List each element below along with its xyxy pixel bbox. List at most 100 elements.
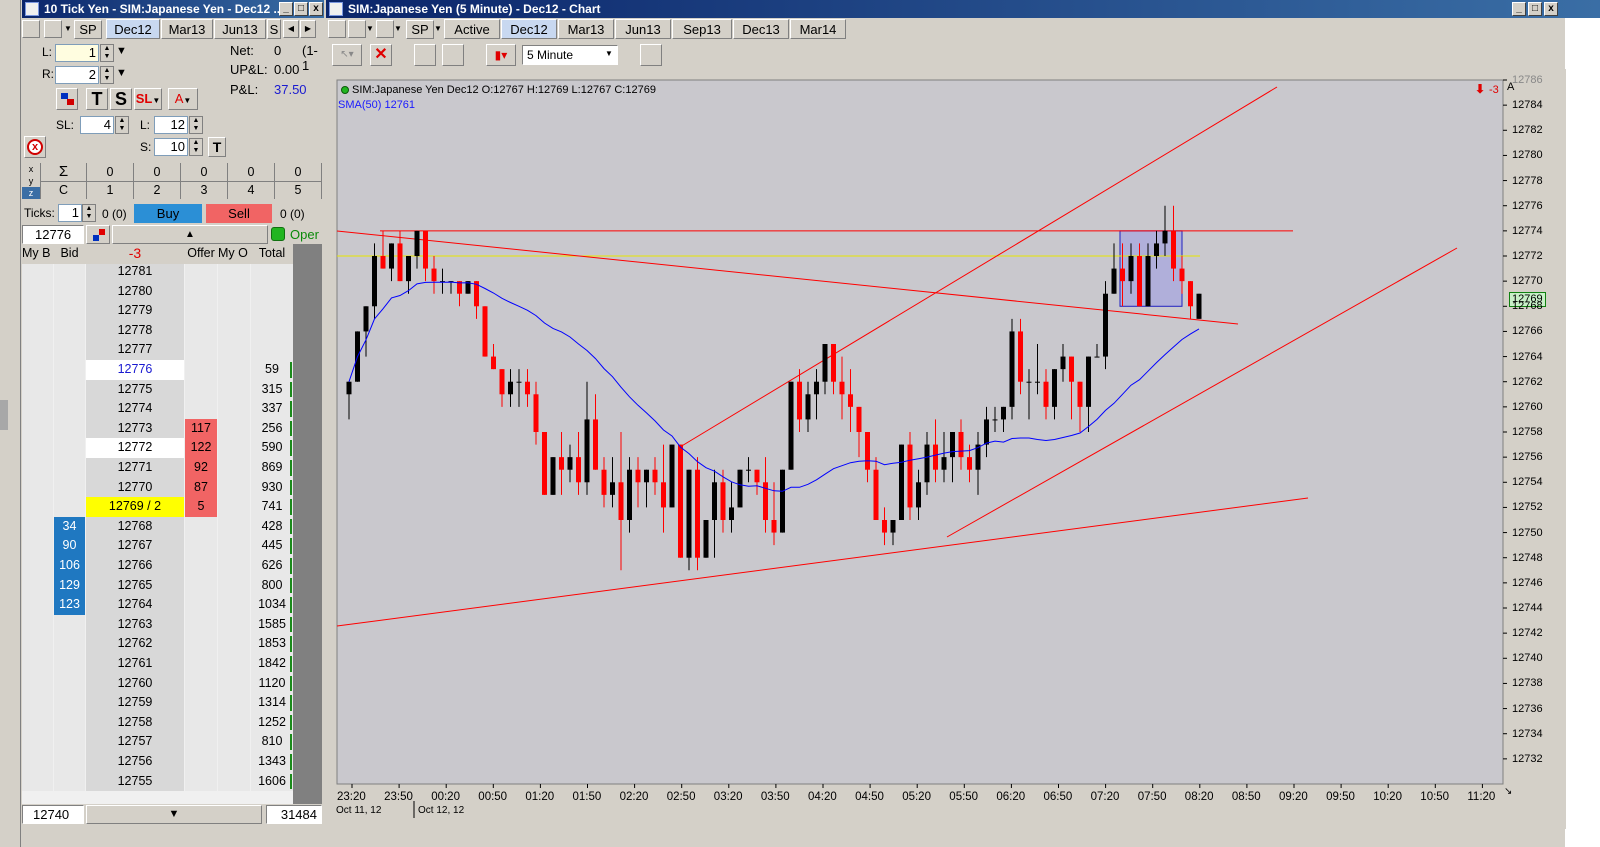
x-tick-label: 05:50 xyxy=(949,791,979,803)
y-tick-label: 12736 xyxy=(1512,702,1543,715)
y-tick-label: 12782 xyxy=(1512,124,1543,137)
x-tick-label: 09:50 xyxy=(1326,791,1355,803)
y-tick-label: 12752 xyxy=(1512,501,1543,514)
y-tick-label: 12762 xyxy=(1512,375,1543,388)
x-tick-label: 10:50 xyxy=(1420,791,1450,803)
candle-body xyxy=(1145,256,1151,307)
candle-body xyxy=(754,469,760,483)
candle-body xyxy=(618,482,624,520)
candle-body xyxy=(746,469,751,471)
candle-body xyxy=(414,230,420,256)
x-tick-label: 07:50 xyxy=(1137,791,1167,803)
price-chart[interactable] xyxy=(0,0,1600,847)
candle-body xyxy=(839,381,845,395)
candle-body xyxy=(508,381,513,395)
candle-body xyxy=(389,243,394,269)
candle-body xyxy=(780,469,785,533)
sma-label: SMA(50) 12761 xyxy=(338,99,416,111)
candle-body xyxy=(601,469,607,495)
y-tick-label: 12744 xyxy=(1512,602,1543,614)
y-tick-label: 12750 xyxy=(1512,526,1543,539)
candle-body xyxy=(661,482,666,508)
candle-body xyxy=(1077,381,1083,407)
candle-body xyxy=(1111,268,1117,294)
y-tick-label: 12764 xyxy=(1512,350,1543,363)
y-tick-label: 12760 xyxy=(1512,400,1543,413)
candle-body xyxy=(805,394,811,420)
x-tick-label: 03:50 xyxy=(760,791,790,803)
candle-body xyxy=(899,444,904,520)
info-line: SIM:Japanese Yen Dec12 O:12767 H:12769 L… xyxy=(352,84,656,96)
date-left-label: Oct 11, 12 xyxy=(336,805,382,816)
candle-body xyxy=(559,457,564,470)
candle-body xyxy=(499,369,505,395)
candle-body xyxy=(797,381,802,420)
x-tick-label: 23:20 xyxy=(337,791,366,803)
candle-body xyxy=(1154,243,1159,256)
candle-body xyxy=(669,444,675,508)
y-tick-label: 12746 xyxy=(1512,576,1543,589)
x-tick-label: 05:20 xyxy=(902,791,931,803)
x-tick-label: 08:50 xyxy=(1231,791,1261,803)
candle-body xyxy=(933,444,938,470)
candle-body xyxy=(771,520,777,533)
y-tick-label: 12778 xyxy=(1512,174,1543,187)
candle-body xyxy=(635,469,641,483)
plot-area xyxy=(336,79,1504,785)
y-tick-label: 12776 xyxy=(1512,199,1543,212)
y-tick-label: 12774 xyxy=(1512,224,1543,237)
candle-body xyxy=(542,432,547,495)
candle-body xyxy=(737,469,743,508)
candle-body xyxy=(644,469,649,483)
y-tick-label: 12786 xyxy=(1512,74,1543,86)
candle-body xyxy=(1196,293,1202,319)
y-tick-label: 12734 xyxy=(1512,727,1543,740)
candle-body xyxy=(720,482,726,520)
x-tick-label: 02:20 xyxy=(619,791,649,803)
x-tick-label: 09:20 xyxy=(1279,791,1308,803)
candle-body xyxy=(1162,230,1168,244)
candle-body xyxy=(1060,356,1066,370)
x-tick-label: 04:50 xyxy=(855,791,884,803)
y-tick-label: 12766 xyxy=(1512,325,1543,338)
position-marker: -3 xyxy=(1489,84,1499,96)
candle-body xyxy=(712,482,717,520)
candle-body xyxy=(703,520,709,558)
candle-body xyxy=(652,469,658,483)
candle-body xyxy=(1128,256,1134,282)
candle-body xyxy=(916,482,921,508)
candle-body xyxy=(1137,256,1142,307)
y-tick-label: 12780 xyxy=(1512,149,1543,162)
candle-body xyxy=(346,381,352,395)
candle-body xyxy=(865,432,870,470)
candle-body xyxy=(907,444,913,508)
candle-body xyxy=(788,381,794,470)
candle-body xyxy=(848,394,853,407)
candle-body xyxy=(856,406,862,432)
candle-body xyxy=(372,256,377,307)
x-tick-label: 23:50 xyxy=(384,791,413,803)
candle-body xyxy=(397,243,403,282)
x-tick-label: 07:20 xyxy=(1090,791,1120,803)
y-tick-label: 12756 xyxy=(1512,451,1543,464)
candle-body xyxy=(584,419,590,483)
candle-body xyxy=(678,444,683,558)
candle-body xyxy=(533,394,539,432)
x-tick-label: 04:20 xyxy=(808,791,837,803)
candle-body xyxy=(593,419,598,470)
candle-body xyxy=(941,457,947,470)
x-tick-label: 00:50 xyxy=(478,791,508,803)
x-tick-label: 11:20 xyxy=(1467,791,1496,803)
candle-body xyxy=(406,256,411,282)
x-tick-label: 06:20 xyxy=(996,791,1026,803)
candle-body xyxy=(482,306,488,357)
position-arrow-icon: ⬇ xyxy=(1475,82,1486,96)
candle-body xyxy=(822,344,828,382)
candle-body xyxy=(516,381,522,383)
candle-body xyxy=(610,482,615,495)
y-tick-label: 12738 xyxy=(1512,677,1543,690)
candle-body xyxy=(1103,293,1108,357)
resize-grip-icon[interactable]: ↘ xyxy=(1504,786,1512,797)
candle-body xyxy=(1069,356,1074,382)
candle-body xyxy=(1026,381,1032,383)
